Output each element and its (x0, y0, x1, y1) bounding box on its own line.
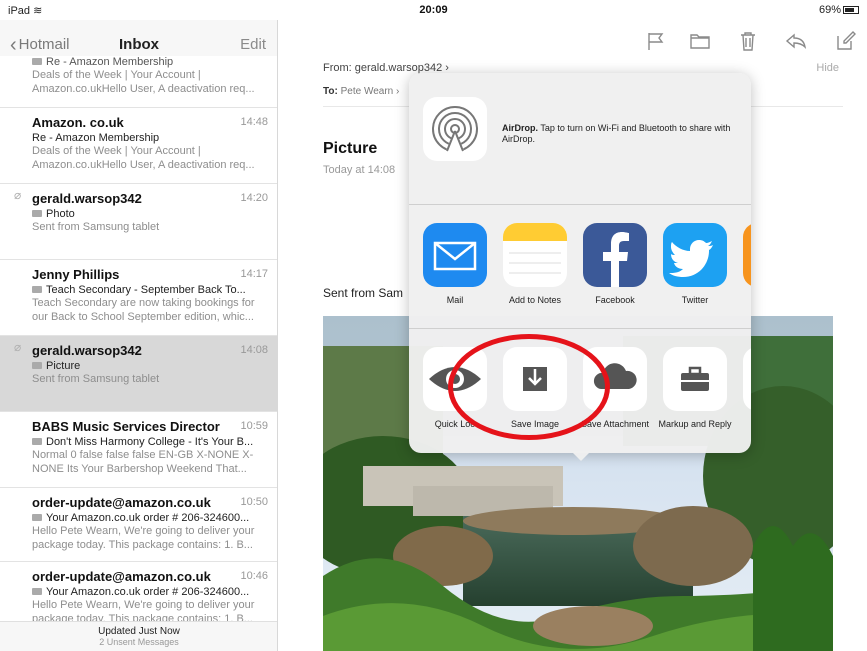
tag-icon (32, 210, 42, 217)
email-to[interactable]: To: Pete Wearn › (323, 86, 399, 97)
folder-icon[interactable] (689, 30, 711, 52)
tag-icon (32, 58, 42, 65)
timestamp: 14:08 (240, 344, 268, 356)
hide-link[interactable]: Hide (816, 62, 839, 74)
updated-status: Updated Just Now (98, 626, 180, 637)
facebook-icon (583, 223, 647, 287)
sender: Jenny Phillips (32, 267, 120, 282)
mailbox-pane: ‹ Hotmail Inbox Edit Re - Amazon Membersh… (0, 20, 278, 651)
tag-icon (32, 438, 42, 445)
timestamp: 10:50 (240, 496, 268, 508)
airdrop-icon[interactable] (423, 97, 487, 161)
toolbox-icon (663, 347, 727, 411)
trash-icon[interactable] (737, 30, 759, 52)
compose-icon[interactable] (835, 30, 857, 52)
twitter-icon (663, 223, 727, 287)
share-sheet-arrow (571, 451, 591, 461)
timestamp: 14:48 (240, 116, 268, 128)
list-item[interactable]: order-update@amazon.co.uk 10:50 Your Amaz… (0, 488, 277, 562)
mailbox-title: Inbox (119, 36, 159, 53)
status-bar: iPad ≋ 20:09 69% (0, 0, 867, 20)
email-body: Sent from Sam (323, 286, 404, 300)
list-item[interactable]: Amazon. co.uk 14:48 Re - Amazon Membershi… (0, 108, 277, 184)
tag-icon (32, 588, 42, 595)
mailbox-footer: Updated Just Now 2 Unsent Messages (0, 621, 277, 651)
message-toolbar (279, 20, 867, 62)
edit-button[interactable]: Edit (240, 36, 266, 53)
action-markup-reply[interactable]: Markup and Reply (655, 347, 735, 430)
timestamp: 14:17 (240, 268, 268, 280)
email-subject: Picture (323, 140, 378, 157)
email-date: Today at 14:08 (323, 164, 396, 176)
sender: BABS Music Services Director (32, 419, 220, 434)
tag-icon (32, 514, 42, 521)
share-app-notes[interactable]: Add to Notes (495, 223, 575, 306)
tag-icon (32, 286, 42, 293)
annotation-circle (448, 334, 610, 440)
attachment-icon: ⌀ (14, 188, 22, 202)
app-icon (743, 223, 751, 287)
more-icon (743, 347, 751, 411)
share-app-partial[interactable]: S (735, 223, 751, 306)
sender: gerald.warsop342 (32, 191, 142, 206)
battery-icon (843, 6, 859, 14)
timestamp: 14:20 (240, 192, 268, 204)
battery-indicator: 69% (819, 4, 859, 16)
sender: order-update@amazon.co.uk (32, 569, 211, 584)
list-item-selected[interactable]: ⌀ gerald.warsop342 14:08 Picture Sent fro… (0, 336, 277, 412)
mail-icon (423, 223, 487, 287)
sender: order-update@amazon.co.uk (32, 495, 211, 510)
share-app-mail[interactable]: Mail (415, 223, 495, 306)
list-item[interactable]: Re - Amazon Membership Deals of the Week… (0, 56, 277, 108)
timestamp: 10:46 (240, 570, 268, 582)
airdrop-description: AirDrop. Tap to turn on Wi-Fi and Blueto… (502, 123, 731, 144)
notes-icon (503, 223, 567, 287)
list-item[interactable]: ⌀ gerald.warsop342 14:20 Photo Sent from … (0, 184, 277, 260)
attachment-icon: ⌀ (14, 340, 22, 354)
list-item[interactable]: Jenny Phillips 14:17 Teach Secondary - Se… (0, 260, 277, 336)
unsent-status: 2 Unsent Messages (99, 637, 179, 647)
sender: Amazon. co.uk (32, 115, 124, 130)
action-partial[interactable] (735, 347, 751, 411)
timestamp: 10:59 (240, 420, 268, 432)
tag-icon (32, 362, 42, 369)
share-apps-row: Mail Add to Notes Facebook Twitter S (409, 205, 751, 329)
share-app-facebook[interactable]: Facebook (575, 223, 655, 306)
clock: 20:09 (419, 4, 448, 16)
flag-icon[interactable] (645, 30, 667, 52)
airdrop-section[interactable]: AirDrop. Tap to turn on Wi-Fi and Blueto… (409, 73, 751, 205)
list-item[interactable]: BABS Music Services Director 10:59 Don't … (0, 412, 277, 488)
share-app-twitter[interactable]: Twitter (655, 223, 735, 306)
sender: gerald.warsop342 (32, 343, 142, 358)
reply-icon[interactable] (785, 30, 807, 52)
